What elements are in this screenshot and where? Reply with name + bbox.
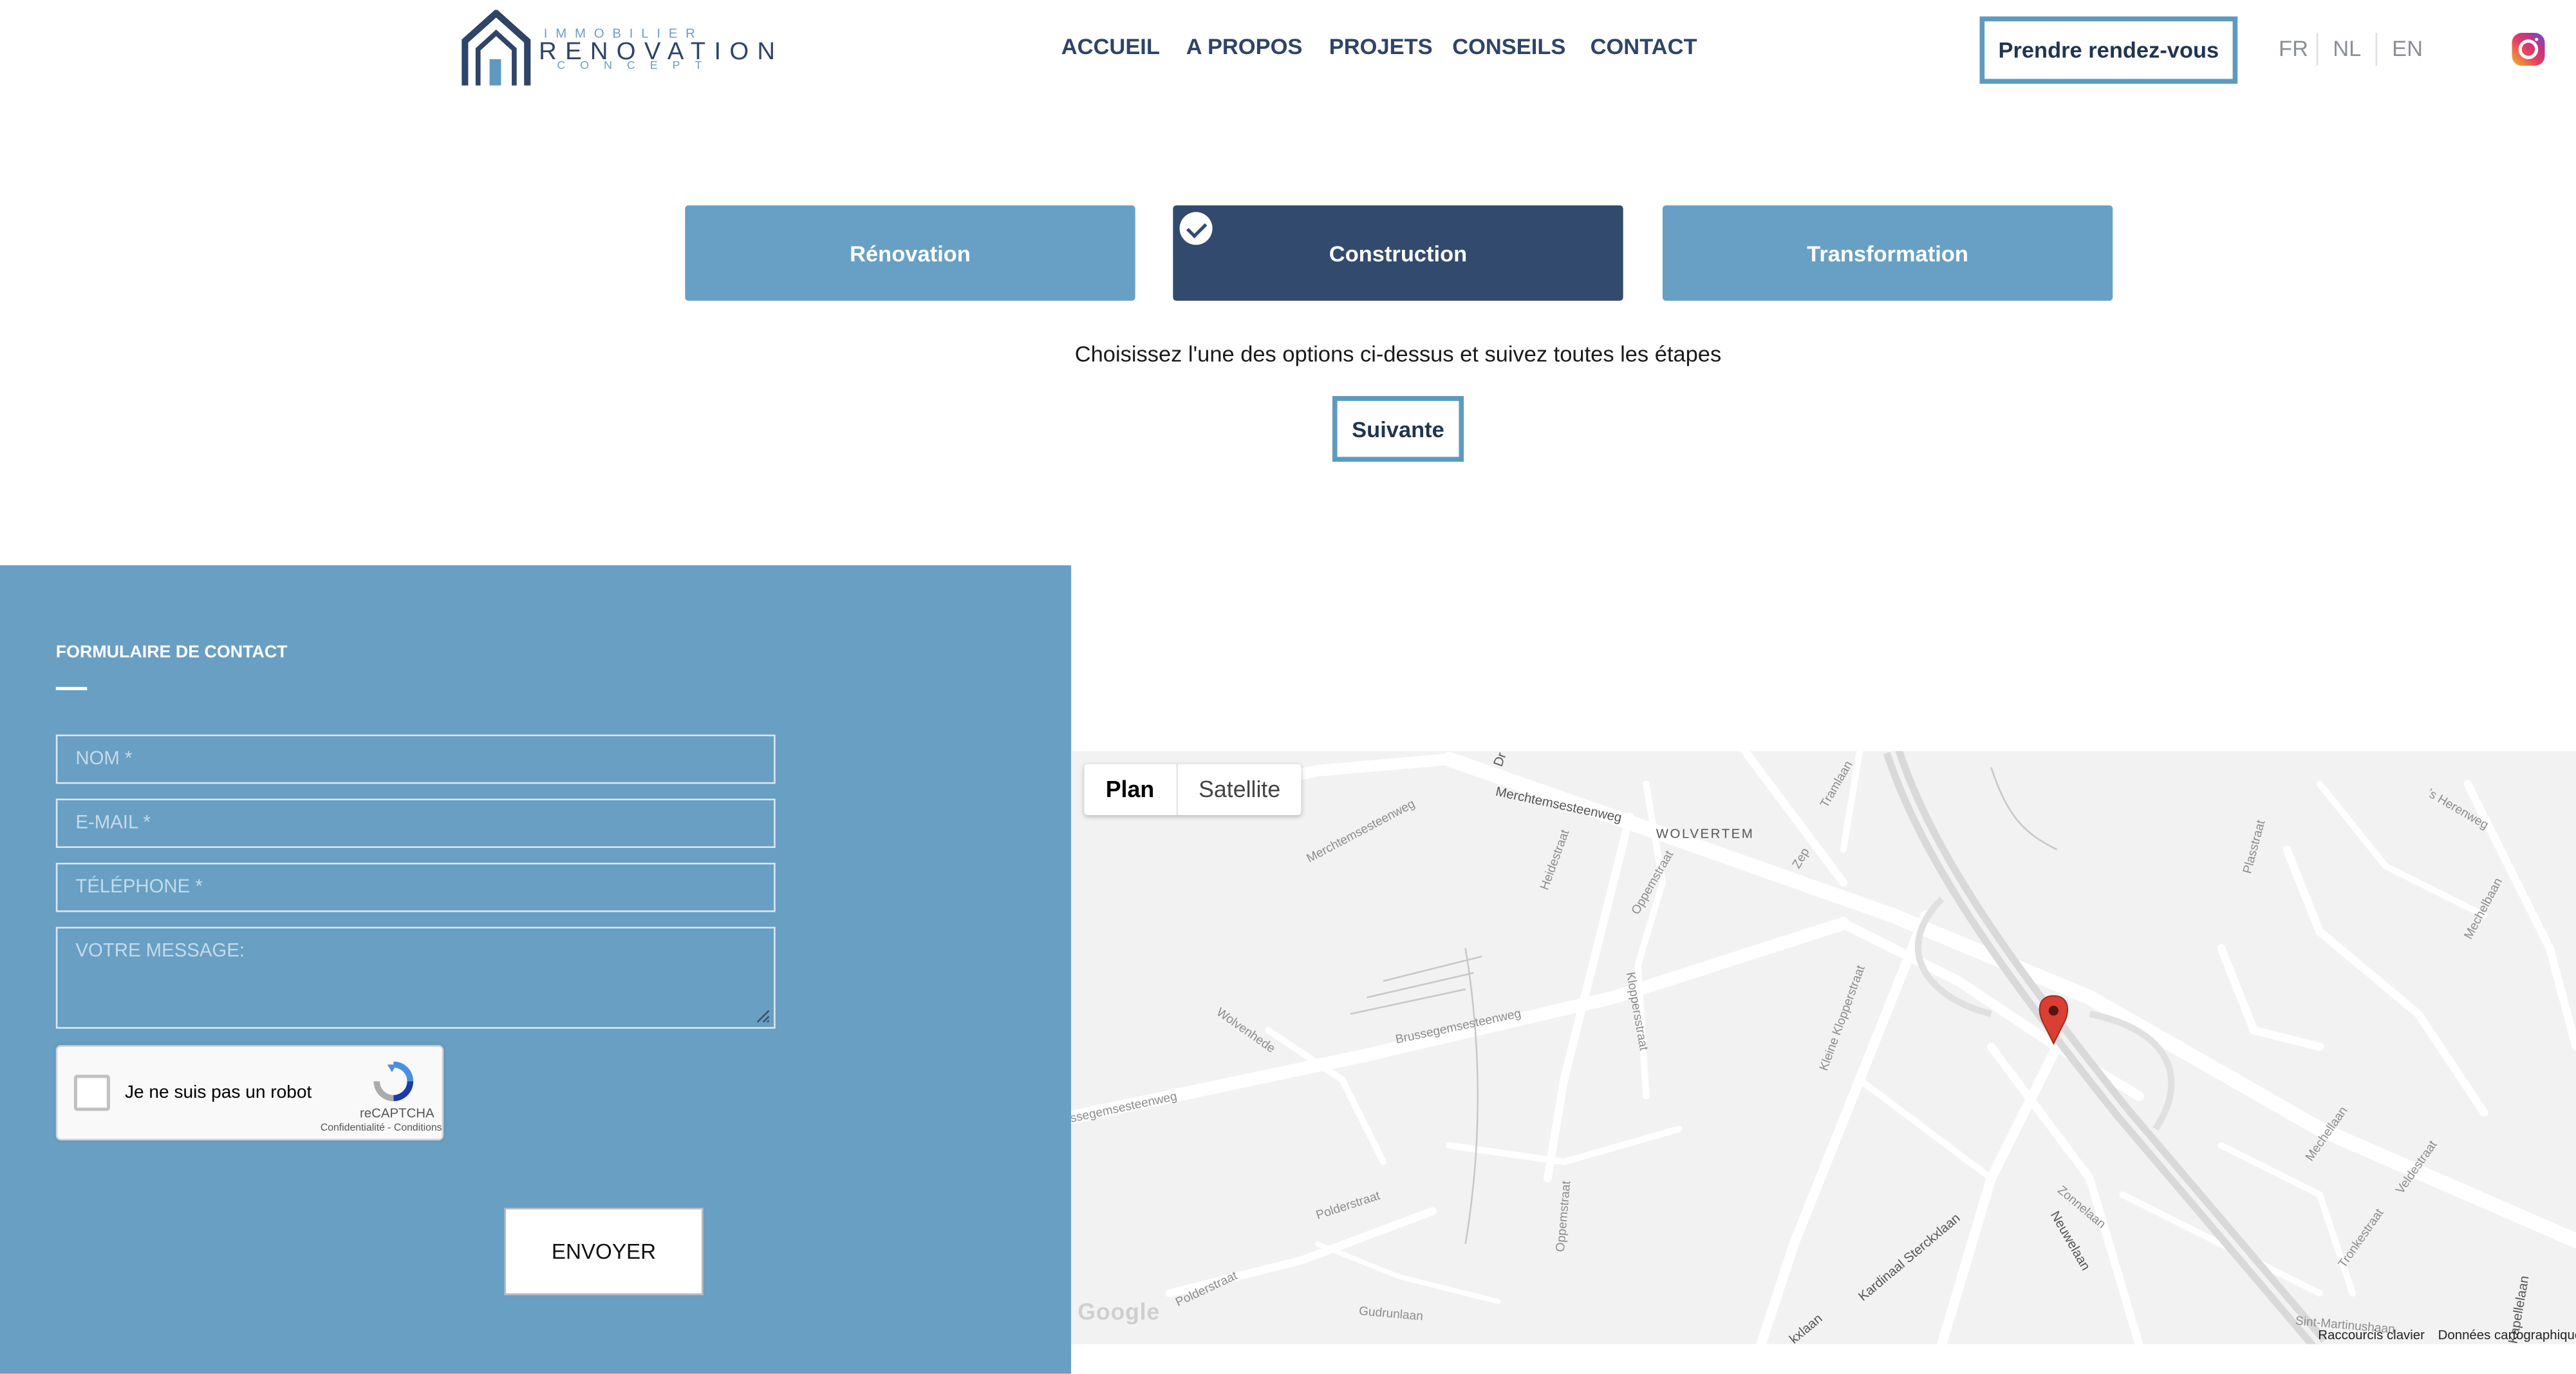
- options-hint: Choisissez l'une des options ci-dessus e…: [1074, 341, 1722, 367]
- map-type-satellite[interactable]: Satellite: [1177, 764, 1302, 815]
- street-label: Tronkestraat: [2336, 1206, 2387, 1270]
- nav-a-propos[interactable]: A PROPOS: [1186, 35, 1303, 59]
- map-view[interactable]: Merchtemsesteenweg Merchtemsesteenweg WO…: [1071, 751, 2576, 1344]
- contact-form-panel: FORMULAIRE DE CONTACT NOM * E-MAIL * TÉL…: [0, 565, 1072, 1374]
- option-transformation[interactable]: Transformation: [1662, 205, 2113, 301]
- option-construction[interactable]: Construction: [1173, 205, 1623, 301]
- street-label: Kardinaal Sterckxlaan: [1856, 1211, 1963, 1304]
- resize-grip-icon[interactable]: [756, 1009, 770, 1024]
- street-label: Gudrunlaan: [1358, 1304, 1423, 1324]
- nav-accueil[interactable]: ACCUEIL: [1061, 35, 1160, 59]
- option-label: Transformation: [1807, 240, 1968, 266]
- title-underline: [55, 686, 88, 690]
- lang-fr[interactable]: FR: [2279, 36, 2308, 61]
- email-field[interactable]: E-MAIL *: [55, 798, 776, 848]
- site-logo[interactable]: IMMOBILIER RENOVATION CONCEPT: [462, 10, 782, 92]
- nav-conseils[interactable]: CONSEILS: [1452, 35, 1565, 59]
- book-appointment-button[interactable]: Prendre rendez-vous: [1979, 16, 2238, 84]
- nav-contact[interactable]: CONTACT: [1591, 35, 1697, 59]
- option-renovation[interactable]: Rénovation: [685, 205, 1135, 301]
- phone-placeholder: TÉLÉPHONE *: [75, 877, 203, 898]
- nav-projets[interactable]: PROJETS: [1329, 35, 1433, 59]
- page: IMMOBILIER RENOVATION CONCEPT ACCUEIL A …: [0, 0, 2576, 1374]
- street-label: Dr: [1491, 751, 1509, 768]
- checkmark-icon: [1179, 212, 1213, 245]
- street-label: Merchtemsesteenweg: [1305, 797, 1417, 865]
- message-placeholder: VOTRE MESSAGE:: [75, 941, 245, 962]
- option-label: Rénovation: [850, 240, 971, 266]
- street-label: kxlaan: [1787, 1312, 1825, 1344]
- lang-divider: [2375, 33, 2378, 66]
- contact-form-title: FORMULAIRE DE CONTACT: [55, 642, 288, 663]
- phone-field[interactable]: TÉLÉPHONE *: [55, 862, 776, 912]
- name-placeholder: NOM *: [75, 749, 133, 769]
- email-placeholder: E-MAIL *: [75, 813, 151, 834]
- google-logo[interactable]: Google: [1078, 1298, 1160, 1324]
- recaptcha-checkbox[interactable]: [73, 1075, 111, 1111]
- house-logo-icon: [462, 10, 531, 86]
- town-label: WOLVERTEM: [1656, 827, 1755, 842]
- street-label: Oppemstraat: [1554, 1180, 1574, 1253]
- next-button[interactable]: Suivante: [1332, 396, 1464, 462]
- map-roads: Merchtemsesteenweg Merchtemsesteenweg WO…: [1071, 751, 2576, 1344]
- recaptcha-label: Je ne suis pas un robot: [124, 1082, 312, 1103]
- street-label: Plasstraat: [2241, 818, 2268, 875]
- lang-divider: [2316, 33, 2319, 66]
- instagram-icon[interactable]: [2512, 33, 2545, 66]
- street-label: Heidestraat: [1538, 827, 1572, 892]
- recaptcha-logo-icon: [373, 1061, 414, 1102]
- map-data-link[interactable]: Données cartographiques: [2438, 1328, 2576, 1342]
- keyboard-shortcuts-link[interactable]: Raccourcis clavier: [2318, 1328, 2425, 1342]
- option-label: Construction: [1329, 240, 1468, 266]
- recaptcha-terms-link[interactable]: Confidentialité - Conditions: [294, 1122, 442, 1134]
- message-field[interactable]: VOTRE MESSAGE:: [55, 927, 776, 1029]
- logo-tagline-bottom: CONCEPT: [557, 61, 717, 73]
- name-field[interactable]: NOM *: [55, 734, 776, 784]
- street-label: Kleine Klopperstraat: [1817, 963, 1868, 1073]
- lang-nl[interactable]: NL: [2333, 36, 2361, 61]
- street-label: Zep: [1790, 846, 1813, 871]
- lang-en[interactable]: EN: [2392, 36, 2423, 61]
- street-label: Polderstraat: [1314, 1189, 1382, 1223]
- map-type-plan[interactable]: Plan: [1085, 764, 1177, 815]
- recaptcha-brand: reCAPTCHA: [359, 1106, 434, 1121]
- map-bottom-strip: [1071, 1344, 2576, 1374]
- map-type-toggle: Plan Satellite: [1084, 764, 1302, 815]
- submit-button[interactable]: ENVOYER: [504, 1207, 704, 1295]
- recaptcha-widget: Je ne suis pas un robot reCAPTCHA Confid…: [55, 1045, 444, 1141]
